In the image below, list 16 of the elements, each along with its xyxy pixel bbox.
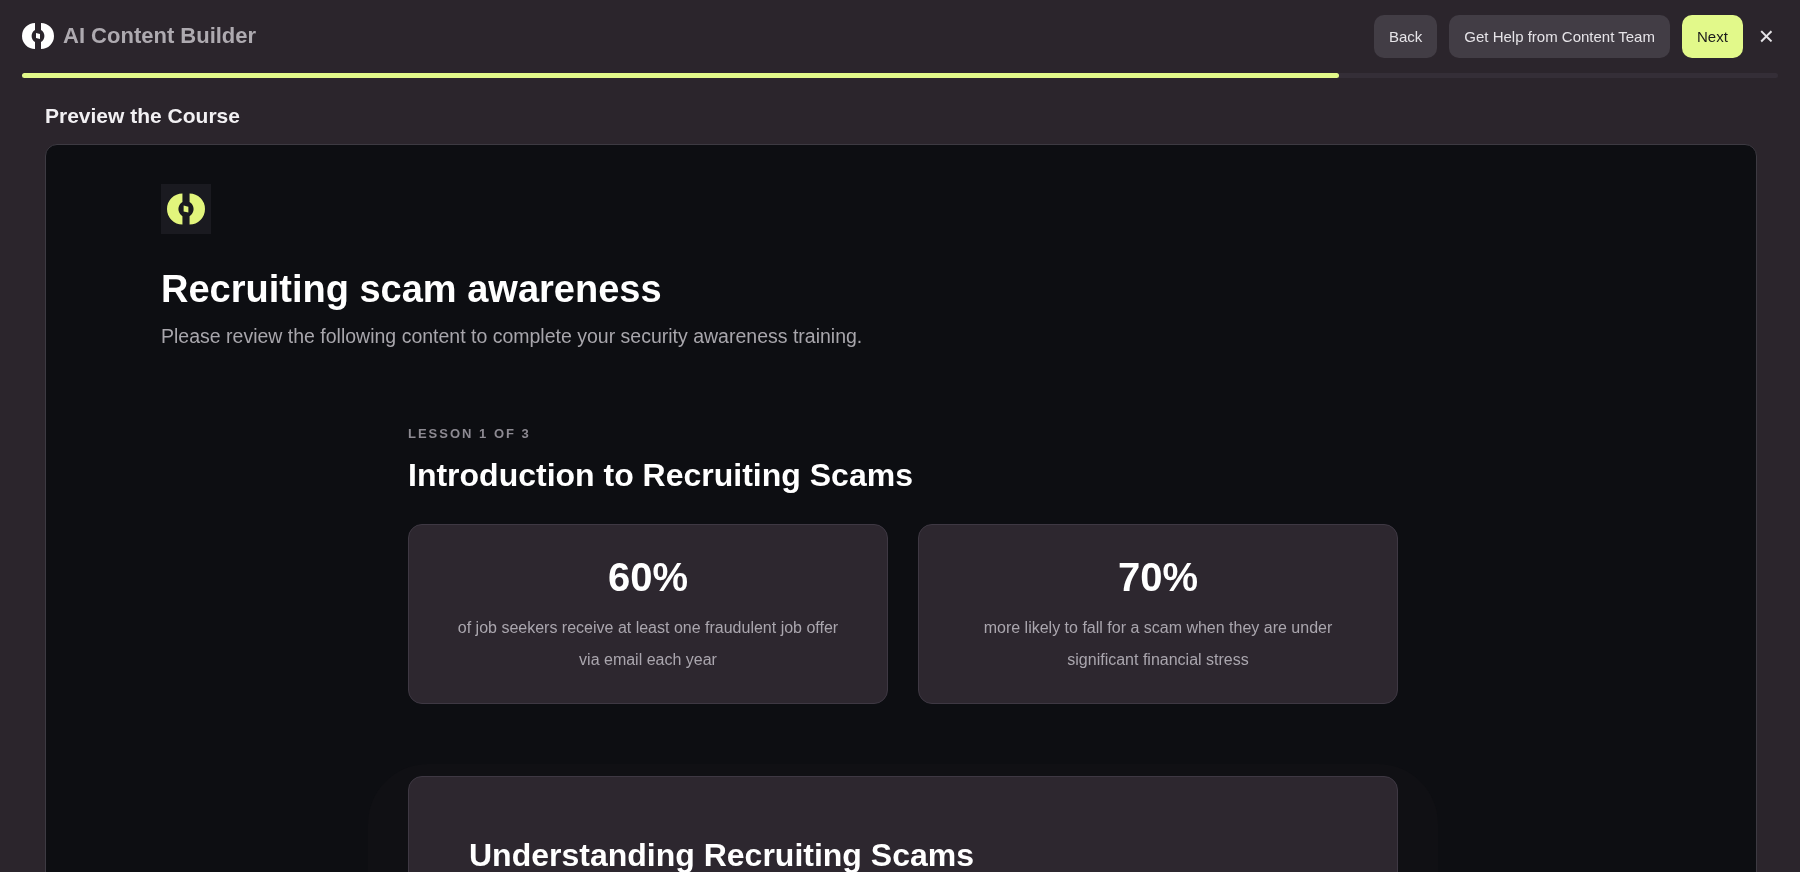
nav-button[interactable]: Back xyxy=(1373,14,1438,58)
card-title: Understanding Recruiting Scams xyxy=(469,837,975,872)
app-title: AI Content Builder xyxy=(63,23,257,49)
stat-description: more likely to fall for a scam when they are under significant financial stress xyxy=(982,618,1334,670)
next-button[interactable]: Next xyxy=(1681,14,1743,58)
section-title: Preview the Course xyxy=(45,104,241,128)
lesson-counter: LESSON 1 OF 3 xyxy=(408,426,532,441)
course-subtitle: Please review the following content to complete your security awareness training. xyxy=(161,325,864,348)
stat-value: 60% xyxy=(606,555,690,600)
logo-icon xyxy=(22,20,54,52)
course-title: Recruiting scam awareness xyxy=(161,268,663,311)
nav-button[interactable]: Get Help from Content Team xyxy=(1449,14,1670,58)
stat-value: 70% xyxy=(1116,555,1200,600)
stat-description: of job seekers receive at least one fraudulent job offer via email each year xyxy=(456,618,840,670)
close-button[interactable]: × xyxy=(1754,20,1778,52)
lesson-title: Introduction to Recruiting Scams xyxy=(408,457,914,494)
